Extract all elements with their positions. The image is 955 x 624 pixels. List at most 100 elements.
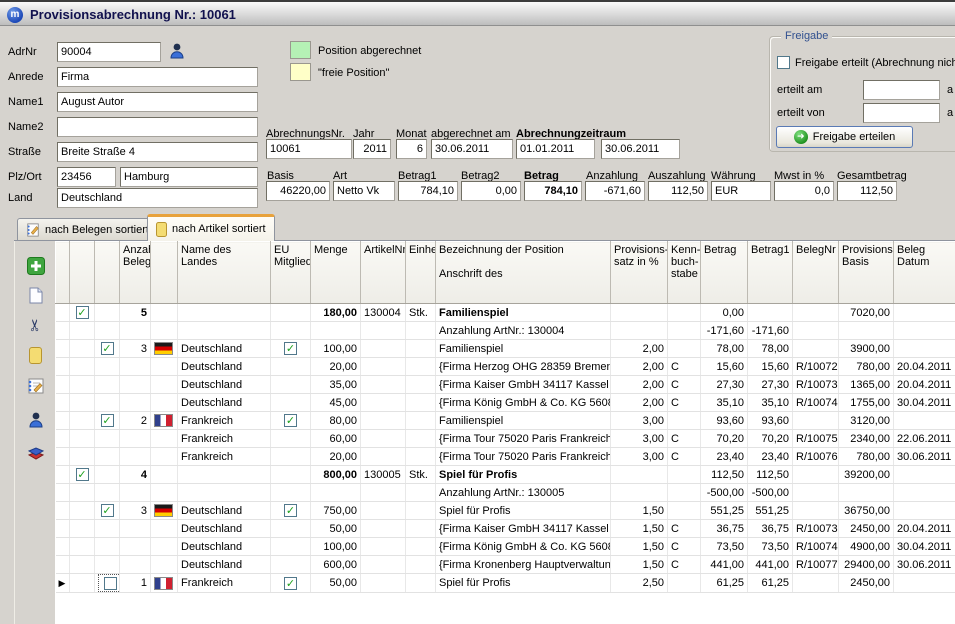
cell-einheit[interactable] <box>406 412 436 430</box>
cell-betrag[interactable]: 441,00 <box>701 556 748 574</box>
cell-chk1[interactable]: ✓ <box>70 466 95 484</box>
cut-scissors-icon[interactable]: ✂ <box>26 305 46 346</box>
cell-bez[interactable]: {Firma König GmbH & Co. KG 56086 <box>436 394 611 412</box>
cell-flag[interactable] <box>151 538 178 556</box>
cell-provbasis[interactable]: 1365,00 <box>839 376 894 394</box>
cell-betrag1[interactable] <box>748 304 793 322</box>
cell-sel[interactable] <box>56 556 70 574</box>
column-header-kenn[interactable]: Kenn- buch- stabe <box>668 242 701 304</box>
cell-artnr[interactable] <box>361 502 406 520</box>
column-header-datum[interactable]: Beleg Datum <box>894 242 955 304</box>
cell-datum[interactable] <box>894 466 955 484</box>
focused-checkbox[interactable] <box>98 574 120 592</box>
cell-eu[interactable] <box>271 358 311 376</box>
betrag2-field[interactable]: 0,00 <box>461 181 521 201</box>
cell-betrag[interactable]: 93,60 <box>701 412 748 430</box>
cell-artnr[interactable]: 130005 <box>361 466 406 484</box>
table-row[interactable]: Deutschland20,00{Firma Herzog OHG 28359 … <box>56 358 955 376</box>
cell-menge[interactable]: 80,00 <box>311 412 361 430</box>
cell-eu[interactable] <box>271 520 311 538</box>
cell-provsatz[interactable]: 2,00 <box>611 394 668 412</box>
cell-land[interactable] <box>178 322 271 340</box>
edit-notebook-icon[interactable] <box>15 378 56 394</box>
cell-land[interactable]: Frankreich <box>178 574 271 593</box>
cell-bez[interactable]: {Firma Tour 75020 Paris Frankreich } <box>436 448 611 466</box>
cell-artnr[interactable] <box>361 556 406 574</box>
cell-sel[interactable] <box>56 412 70 430</box>
cell-sel[interactable] <box>56 304 70 322</box>
cell-belegnr[interactable] <box>793 340 839 358</box>
column-header-einheit[interactable]: Einheit <box>406 242 436 304</box>
cell-kenn[interactable] <box>668 574 701 593</box>
cell-sel[interactable] <box>56 322 70 340</box>
cell-bez[interactable]: Anzahlung ArtNr.: 130004 <box>436 322 611 340</box>
column-header-belegnr[interactable]: BelegNr <box>793 242 839 304</box>
cell-chk2[interactable] <box>95 520 120 538</box>
cell-belegnr[interactable]: R/10075 <box>793 430 839 448</box>
cell-anzahl[interactable] <box>120 448 151 466</box>
cell-menge[interactable]: 45,00 <box>311 394 361 412</box>
cell-sel[interactable] <box>56 430 70 448</box>
cell-chk2[interactable] <box>95 574 120 593</box>
cell-provbasis[interactable]: 3120,00 <box>839 412 894 430</box>
cell-flag[interactable] <box>151 556 178 574</box>
column-header-bez[interactable]: Bezeichnung der Position Anschrift des <box>436 242 611 304</box>
cell-betrag1[interactable]: 93,60 <box>748 412 793 430</box>
cell-einheit[interactable]: Stk. <box>406 466 436 484</box>
cell-sel[interactable] <box>56 502 70 520</box>
cell-flag[interactable] <box>151 574 178 593</box>
row-checkbox[interactable]: ✓ <box>76 306 89 319</box>
cell-provbasis[interactable]: 2450,00 <box>839 520 894 538</box>
cell-chk2[interactable] <box>95 556 120 574</box>
cell-chk2[interactable] <box>95 466 120 484</box>
cell-menge[interactable]: 60,00 <box>311 430 361 448</box>
add-icon[interactable] <box>15 257 56 275</box>
cell-land[interactable] <box>178 304 271 322</box>
cell-betrag1[interactable]: 551,25 <box>748 502 793 520</box>
cell-kenn[interactable]: C <box>668 538 701 556</box>
cell-belegnr[interactable]: R/10072 <box>793 358 839 376</box>
cell-land[interactable]: Frankreich <box>178 430 271 448</box>
cell-betrag[interactable]: 27,30 <box>701 376 748 394</box>
cell-kenn[interactable]: C <box>668 448 701 466</box>
cell-anzahl[interactable]: 4 <box>120 466 151 484</box>
cell-eu[interactable] <box>271 430 311 448</box>
cell-land[interactable]: Deutschland <box>178 376 271 394</box>
table-row[interactable]: ✓2Frankreich✓80,00Familienspiel3,0093,60… <box>56 412 955 430</box>
cell-einheit[interactable] <box>406 322 436 340</box>
column-header-chk1[interactable] <box>70 242 95 304</box>
tab-nach-artikel-sortiert[interactable]: nach Artikel sortiert <box>147 214 275 241</box>
cell-einheit[interactable] <box>406 340 436 358</box>
cell-provbasis[interactable]: 780,00 <box>839 358 894 376</box>
cell-provsatz[interactable]: 2,00 <box>611 376 668 394</box>
cell-betrag[interactable]: 36,75 <box>701 520 748 538</box>
cell-datum[interactable]: 30.04.2011 <box>894 538 955 556</box>
cell-provbasis[interactable]: 4900,00 <box>839 538 894 556</box>
cell-flag[interactable] <box>151 412 178 430</box>
cell-datum[interactable] <box>894 484 955 502</box>
cell-sel[interactable] <box>56 358 70 376</box>
cell-provbasis[interactable]: 2450,00 <box>839 574 894 593</box>
cell-einheit[interactable] <box>406 484 436 502</box>
cell-betrag1[interactable]: 112,50 <box>748 466 793 484</box>
cell-provbasis[interactable]: 2340,00 <box>839 430 894 448</box>
cell-menge[interactable]: 600,00 <box>311 556 361 574</box>
cell-chk1[interactable]: ✓ <box>70 304 95 322</box>
column-header-menge[interactable]: Menge <box>311 242 361 304</box>
cell-provsatz[interactable] <box>611 466 668 484</box>
cell-belegnr[interactable]: R/10073 <box>793 520 839 538</box>
cell-einheit[interactable] <box>406 376 436 394</box>
cell-datum[interactable] <box>894 340 955 358</box>
cell-provsatz[interactable] <box>611 304 668 322</box>
column-header-betrag[interactable]: Betrag <box>701 242 748 304</box>
cell-betrag[interactable]: 23,40 <box>701 448 748 466</box>
cell-einheit[interactable] <box>406 502 436 520</box>
cell-land[interactable] <box>178 466 271 484</box>
cell-kenn[interactable]: C <box>668 520 701 538</box>
cell-provsatz[interactable] <box>611 484 668 502</box>
basis-field[interactable]: 46220,00 <box>266 181 330 201</box>
table-row[interactable]: ✓4800,00130005Stk.Spiel für Profis112,50… <box>56 466 955 484</box>
cell-anzahl[interactable] <box>120 556 151 574</box>
cell-datum[interactable]: 20.04.2011 <box>894 520 955 538</box>
table-row[interactable]: Deutschland35,00{Firma Kaiser GmbH 34117… <box>56 376 955 394</box>
